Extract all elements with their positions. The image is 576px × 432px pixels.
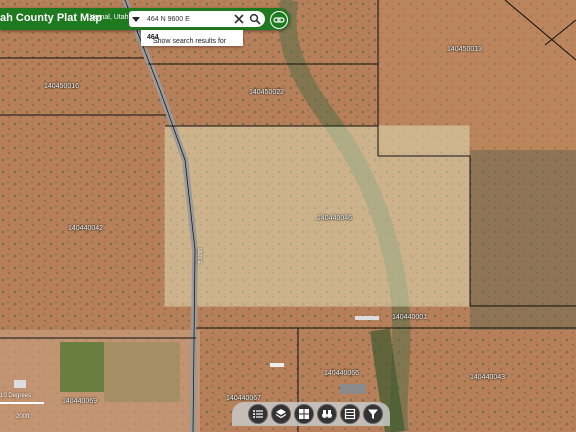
search-type-dropdown[interactable] (129, 11, 143, 27)
link-icon (273, 17, 285, 23)
binoculars-icon (322, 410, 332, 418)
satellite-map[interactable] (0, 0, 576, 432)
app-title: ah County Plat Map (0, 12, 103, 24)
grid-icon (299, 409, 309, 419)
search-suggestion[interactable]: Show search results for 464... (141, 30, 243, 46)
header-bar: ah County Plat Map Vernal, Utah (0, 8, 290, 30)
list-button[interactable] (248, 404, 268, 424)
search-icon[interactable] (249, 13, 261, 25)
parcel-label: 140450016 (44, 83, 80, 90)
parcel-label: 140450022 (249, 89, 285, 96)
county-label: Vernal, Utah (90, 14, 129, 21)
parcel-label: 140450013 (447, 46, 483, 53)
parcel-label: 140440046 (317, 215, 353, 222)
map-toolbar (232, 402, 390, 426)
identify-button[interactable] (317, 404, 337, 424)
table-button[interactable] (340, 404, 360, 424)
suggestion-ellipsis: ... (153, 38, 159, 45)
suggestion-prefix: Show search results for (153, 38, 227, 45)
list-icon (253, 410, 263, 418)
parcel-label: 140440066 (324, 370, 360, 377)
scale-line (0, 402, 44, 404)
link-button[interactable] (270, 11, 288, 29)
basemap-button[interactable] (294, 404, 314, 424)
parcel-label: 140440042 (68, 225, 104, 232)
scale-label: 10 Degrees (0, 393, 32, 399)
search-box (143, 11, 265, 27)
scale-distance: 200ft (16, 414, 30, 420)
road-label: 9600 E (196, 248, 202, 264)
parcel-label: 140440069 (62, 398, 98, 405)
search-input[interactable] (147, 13, 229, 25)
table-icon (344, 408, 356, 420)
parcel-label: 140440043 (470, 374, 506, 381)
parcel-label: 140440001 (392, 314, 428, 321)
parcel-label: 140440067 (226, 395, 262, 402)
layers-icon (275, 409, 287, 419)
filter-icon (368, 409, 378, 419)
filter-button[interactable] (363, 404, 383, 424)
close-icon[interactable] (233, 13, 245, 25)
layers-button[interactable] (271, 404, 291, 424)
caret-down-icon (132, 17, 140, 22)
